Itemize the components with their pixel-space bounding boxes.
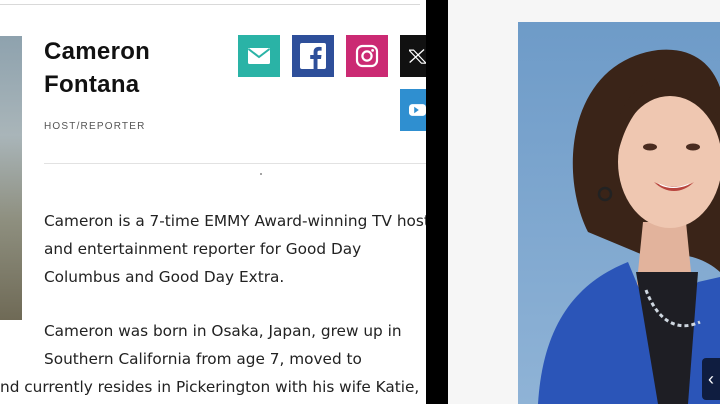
- facebook-icon: [300, 43, 326, 69]
- top-divider: [0, 4, 420, 5]
- profile-page: Cameron Fontana HOST/REPORTER Cameron is…: [0, 0, 426, 404]
- instagram-button[interactable]: [346, 35, 388, 77]
- separator-dot: [260, 173, 262, 175]
- profile-role: HOST/REPORTER: [44, 121, 146, 132]
- bio-line: Southern California from age 7, moved to: [44, 350, 362, 368]
- chevron-left-icon: ‹: [708, 368, 714, 389]
- youtube-button[interactable]: [400, 89, 426, 131]
- instagram-icon: [355, 44, 379, 68]
- bio-line: Columbus and Good Day Extra.: [44, 268, 285, 286]
- carousel-prev-button[interactable]: ‹: [702, 358, 720, 400]
- photo-panel: [448, 0, 720, 404]
- bio-line: Cameron was born in Osaka, Japan, grew u…: [44, 322, 402, 340]
- bio-line: and entertainment reporter for Good Day: [44, 240, 362, 258]
- profile-first-name: Cameron: [44, 38, 151, 65]
- profile-headshot: [0, 36, 22, 320]
- x-icon: [409, 48, 426, 64]
- section-divider: [44, 163, 426, 164]
- x-button[interactable]: [400, 35, 426, 77]
- bio-line: Cameron is a 7-time EMMY Award-winning T…: [44, 212, 426, 230]
- bio-line: nd currently resides in Pickerington wit…: [0, 378, 420, 396]
- profile-last-name: Fontana: [44, 71, 140, 98]
- video-divider-bar: [426, 0, 448, 404]
- email-icon: [247, 48, 271, 64]
- youtube-icon: [409, 104, 426, 116]
- email-button[interactable]: [238, 35, 280, 77]
- portrait-photo: [518, 22, 720, 404]
- facebook-button[interactable]: [292, 35, 334, 77]
